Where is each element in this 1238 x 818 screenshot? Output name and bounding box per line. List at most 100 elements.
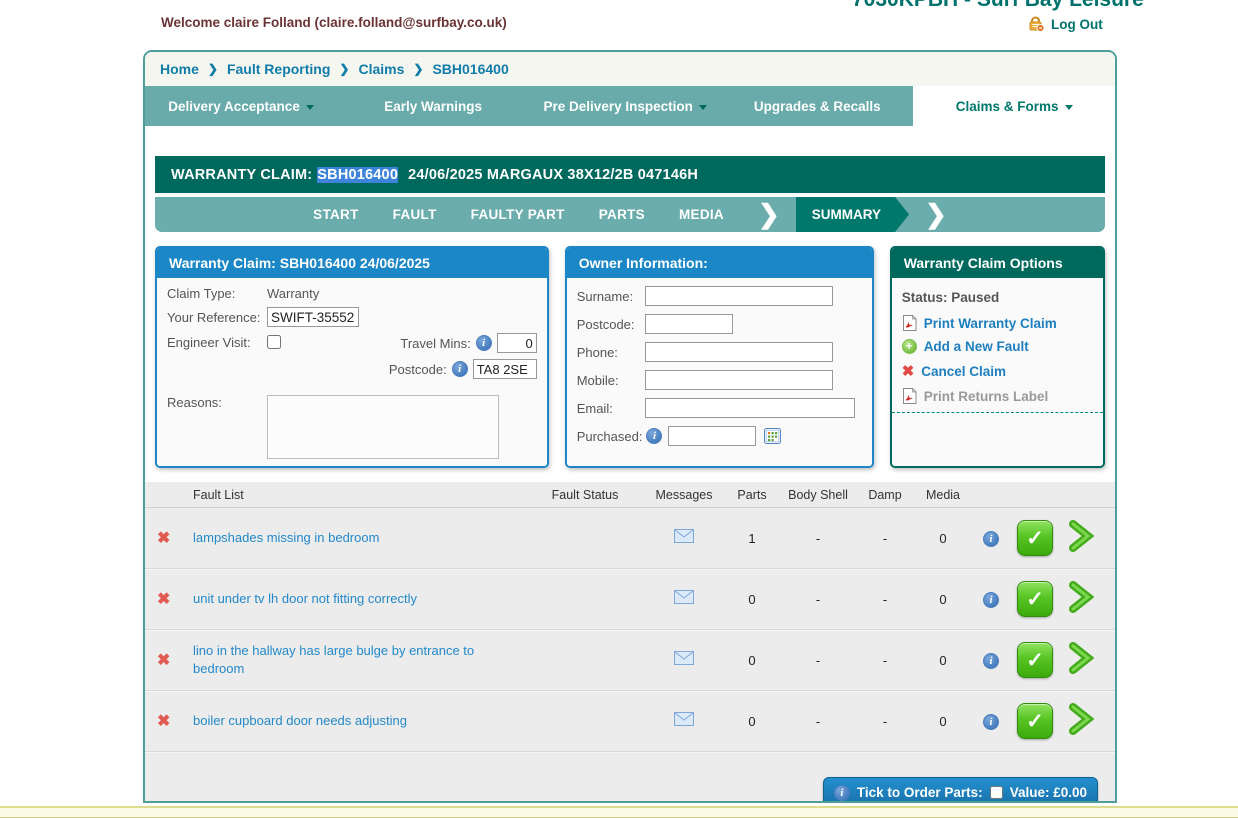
body-shell-cell: - <box>781 714 855 729</box>
fault-link[interactable]: lino in the hallway has large bulge by e… <box>193 643 474 676</box>
approve-fault-button[interactable]: ✓ <box>1017 703 1053 739</box>
logout-button[interactable]: Log Out <box>1028 16 1103 32</box>
parts-count: 0 <box>723 653 781 668</box>
engineer-visit-label: Engineer Visit: <box>167 333 267 350</box>
welcome-text: Welcome claire Folland (claire.folland@s… <box>161 15 507 30</box>
open-fault-arrow-icon[interactable] <box>1059 702 1103 741</box>
chevron-right-icon <box>925 197 947 232</box>
approve-fault-button[interactable]: ✓ <box>1017 642 1053 678</box>
print-warranty-claim-link[interactable]: Print Warranty Claim <box>902 315 1093 331</box>
engineer-visit-checkbox[interactable] <box>267 335 281 349</box>
tick-to-order-parts-bar[interactable]: i Tick to Order Parts: Value: £0.00 <box>823 777 1098 803</box>
travel-mins-label: Travel Mins: <box>400 336 470 351</box>
damp-cell: - <box>855 653 915 668</box>
warranty-claim-options-panel: Warranty Claim Options Status: Paused Pr… <box>890 246 1105 468</box>
messages-icon[interactable] <box>645 529 723 548</box>
warranty-claim-options-title: Warranty Claim Options <box>892 248 1103 278</box>
tab-bar: Delivery Acceptance Early Warnings Pre D… <box>145 86 1115 126</box>
fault-link[interactable]: unit under tv lh door not fitting correc… <box>193 591 417 606</box>
add-new-fault-link[interactable]: + Add a New Fault <box>902 339 1093 354</box>
tab-upgrades-recalls[interactable]: Upgrades & Recalls <box>721 86 913 126</box>
content-gap <box>145 126 1115 156</box>
delete-fault-icon[interactable]: ✖ <box>157 652 170 669</box>
phone-field[interactable] <box>645 342 833 362</box>
email-field[interactable] <box>645 398 855 418</box>
delete-fault-icon[interactable]: ✖ <box>157 530 170 547</box>
your-reference-label: Your Reference: <box>167 310 267 325</box>
tab-pre-delivery-inspection[interactable]: Pre Delivery Inspection <box>529 86 721 126</box>
body-shell-cell: - <box>781 653 855 668</box>
pdf-icon <box>902 315 917 331</box>
info-icon[interactable]: i <box>476 335 492 351</box>
step-start[interactable]: START <box>313 207 359 222</box>
tab-label: Delivery Acceptance <box>168 99 300 114</box>
info-icon[interactable]: i <box>834 785 850 801</box>
padlock-icon <box>1028 16 1045 32</box>
fault-link[interactable]: lampshades missing in bedroom <box>193 530 379 545</box>
tab-label: Pre Delivery Inspection <box>544 99 693 114</box>
tab-early-warnings[interactable]: Early Warnings <box>337 86 529 126</box>
surname-field[interactable] <box>645 286 833 306</box>
tab-delivery-acceptance[interactable]: Delivery Acceptance <box>145 86 337 126</box>
travel-mins-field[interactable] <box>497 333 537 353</box>
approve-fault-button[interactable]: ✓ <box>1017 581 1053 617</box>
site-title: 7030KPBH - Surf Bay Leisure <box>852 0 1144 12</box>
print-returns-label-link: Print Returns Label <box>902 388 1093 404</box>
info-icon[interactable]: i <box>983 653 999 669</box>
damp-cell: - <box>855 531 915 546</box>
owner-postcode-field[interactable] <box>645 314 733 334</box>
cancel-claim-link[interactable]: ✖ Cancel Claim <box>902 362 1093 380</box>
order-parts-value: Value: £0.00 <box>1010 785 1087 800</box>
messages-icon[interactable] <box>645 590 723 609</box>
purchased-date-field[interactable] <box>668 426 756 446</box>
breadcrumb-home[interactable]: Home <box>160 61 199 77</box>
your-reference-field[interactable] <box>267 307 359 327</box>
open-fault-arrow-icon[interactable] <box>1059 641 1103 680</box>
delete-fault-icon[interactable]: ✖ <box>157 713 170 730</box>
step-media[interactable]: MEDIA <box>679 207 724 222</box>
step-summary-active[interactable]: SUMMARY <box>796 197 909 232</box>
parts-count: 0 <box>723 714 781 729</box>
breadcrumb-separator: ❯ <box>208 62 218 76</box>
tab-claims-forms[interactable]: Claims & Forms <box>913 86 1115 126</box>
info-icon[interactable]: i <box>983 592 999 608</box>
step-fault[interactable]: FAULT <box>393 207 437 222</box>
fault-link[interactable]: boiler cupboard door needs adjusting <box>193 713 407 728</box>
header-damp: Damp <box>855 488 915 502</box>
info-icon[interactable]: i <box>452 361 468 377</box>
logout-label: Log Out <box>1051 17 1103 32</box>
breadcrumb-claims[interactable]: Claims <box>358 61 404 77</box>
mobile-field[interactable] <box>645 370 833 390</box>
breadcrumb-separator: ❯ <box>339 62 349 76</box>
approve-fault-button[interactable]: ✓ <box>1017 520 1053 556</box>
main-container: Home ❯ Fault Reporting ❯ Claims ❯ SBH016… <box>143 50 1117 803</box>
claim-type-value: Warranty <box>267 286 319 301</box>
tab-label: Early Warnings <box>384 99 482 114</box>
info-icon[interactable]: i <box>983 531 999 547</box>
header-fault-status: Fault Status <box>525 488 645 502</box>
messages-icon[interactable] <box>645 651 723 670</box>
delete-fault-icon[interactable]: ✖ <box>157 591 170 608</box>
table-spacer <box>145 752 1115 771</box>
messages-icon[interactable] <box>645 712 723 731</box>
open-fault-arrow-icon[interactable] <box>1059 580 1103 619</box>
breadcrumb-claim-id[interactable]: SBH016400 <box>432 61 508 77</box>
owner-postcode-label: Postcode: <box>577 317 645 332</box>
order-parts-checkbox[interactable] <box>990 786 1003 799</box>
calendar-icon[interactable] <box>764 428 781 444</box>
postcode-field[interactable] <box>473 359 537 379</box>
info-icon[interactable]: i <box>983 714 999 730</box>
step-parts[interactable]: PARTS <box>599 207 645 222</box>
breadcrumb-fault-reporting[interactable]: Fault Reporting <box>227 61 330 77</box>
print-returns-label-text: Print Returns Label <box>924 389 1049 404</box>
step-faulty-part[interactable]: FAULTY PART <box>471 207 565 222</box>
pdf-icon <box>902 388 917 404</box>
reasons-textarea[interactable] <box>267 395 499 459</box>
open-fault-arrow-icon[interactable] <box>1059 519 1103 558</box>
cancel-claim-label: Cancel Claim <box>921 364 1006 379</box>
media-count: 0 <box>915 592 971 607</box>
mobile-label: Mobile: <box>577 373 645 388</box>
info-icon[interactable]: i <box>646 428 662 444</box>
header-body-shell: Body Shell <box>781 488 855 502</box>
parts-count: 0 <box>723 592 781 607</box>
